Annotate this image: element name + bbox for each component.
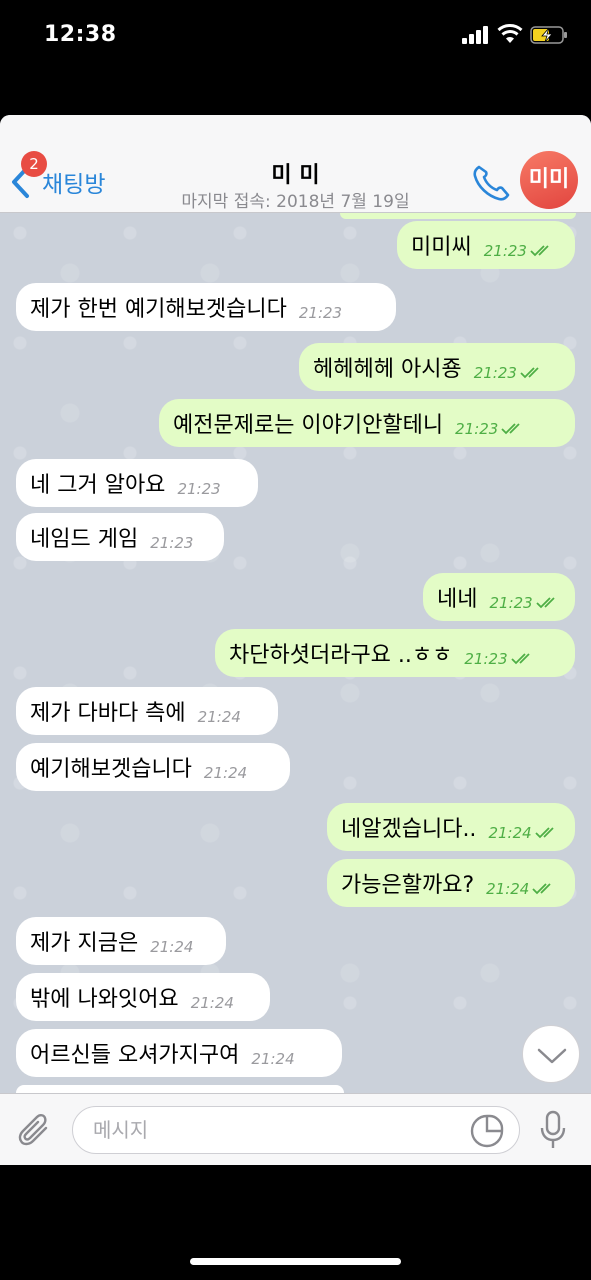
message-text: 예기해보겟습니다 [30,757,192,782]
message-time: 21:24 [488,824,532,842]
incoming-message[interactable]: 네임드 게임 21:23 [16,513,224,561]
message-text: 미미씨 [411,235,472,260]
message-time: 21:24 [197,708,241,726]
cellular-signal-icon [462,26,488,44]
chevron-down-icon [537,1048,567,1064]
read-check-icon [520,367,539,379]
message-time: 21:23 [150,534,194,552]
composer-bar [0,1093,591,1165]
read-check-icon [501,423,520,435]
battery-charging-icon [530,26,567,44]
message-time: 21:24 [150,938,194,956]
wifi-icon [497,24,523,43]
message-time: 21:23 [298,304,343,322]
microphone-icon[interactable] [539,1110,567,1150]
message-time: 21:23 [464,650,508,668]
message-text: 네임드 게임 [30,527,139,552]
chat-header: 2 채팅방 미 미 마지막 접속: 2018년 7월 19일 미미 [0,115,591,213]
message-time: 21:24 [190,994,234,1012]
message-time: 21:24 [203,764,248,782]
avatar[interactable]: 미미 [520,151,578,209]
previous-message-edge [340,213,576,219]
message-text: 네 그거 알아요 [30,473,166,498]
read-check-icon [510,653,530,665]
message-time: 21:24 [251,1050,295,1068]
message-text: 어르신들 오셔가지구여 [30,1043,240,1068]
outgoing-message[interactable]: 네알겠습니다.. 21:24 [327,803,575,851]
next-message-edge [16,1085,344,1093]
outgoing-message[interactable]: 차단하셧더라구요 ..ㅎㅎ 21:23 [215,629,575,677]
outgoing-message[interactable]: 네네 21:23 [423,573,575,621]
home-indicator[interactable] [190,1258,401,1265]
message-text: 제가 지금은 [30,931,139,956]
message-text: 제가 한번 예기해보겟습니다 [30,297,287,322]
incoming-message[interactable]: 어르신들 오셔가지구여 21:24 [16,1029,342,1077]
incoming-message[interactable]: 예기해보겟습니다 21:24 [16,743,290,791]
incoming-message[interactable]: 제가 다바다 측에 21:24 [16,687,278,735]
message-time: 21:23 [483,242,527,260]
message-time: 21:23 [455,420,499,438]
read-check-icon [532,883,551,895]
message-text: 헤헤헤헤 아시죵 [313,357,462,382]
phone-call-icon[interactable] [470,163,512,203]
message-text: 차단하셧더라구요 ..ㅎㅎ [229,643,453,668]
message-text: 네알겠습니다.. [341,817,477,842]
message-text: 밖에 나와잇어요 [30,987,179,1012]
message-list[interactable]: 미미씨 21:23 제가 한번 예기해보겟습니다 21:23 헤헤헤헤 아시죵 21:23… [0,213,591,1093]
message-text: 네네 [437,587,478,612]
incoming-message[interactable]: 제가 한번 예기해보겟습니다 21:23 [16,283,396,331]
chat-screen: 2 채팅방 미 미 마지막 접속: 2018년 7월 19일 미미 미미씨 21:… [0,115,591,1165]
message-time: 21:23 [473,364,517,382]
incoming-message[interactable]: 네 그거 알아요 21:23 [16,459,258,507]
sticker-icon[interactable] [470,1114,504,1148]
message-text: 제가 다바다 측에 [30,701,186,726]
message-text: 예전문제로는 이야기안할테니 [173,413,444,438]
message-input[interactable] [72,1106,520,1154]
message-text: 가능은할까요? [341,873,475,898]
status-time: 12:38 [44,22,117,47]
read-check-icon [535,827,554,839]
scroll-down-button[interactable] [522,1025,580,1083]
paperclip-icon[interactable] [18,1112,52,1148]
outgoing-message[interactable]: 헤헤헤헤 아시죵 21:23 [299,343,575,391]
incoming-message[interactable]: 밖에 나와잇어요 21:24 [16,973,270,1021]
outgoing-message[interactable]: 가능은할까요? 21:24 [327,859,575,907]
message-time: 21:23 [177,480,221,498]
message-time: 21:23 [489,594,533,612]
status-bar: 12:38 [0,0,591,80]
message-time: 21:24 [486,880,530,898]
incoming-message[interactable]: 제가 지금은 21:24 [16,917,226,965]
read-check-icon [530,245,549,257]
read-check-icon [536,597,555,609]
outgoing-message[interactable]: 미미씨 21:23 [397,221,575,269]
outgoing-message[interactable]: 예전문제로는 이야기안할테니 21:23 [159,399,575,447]
